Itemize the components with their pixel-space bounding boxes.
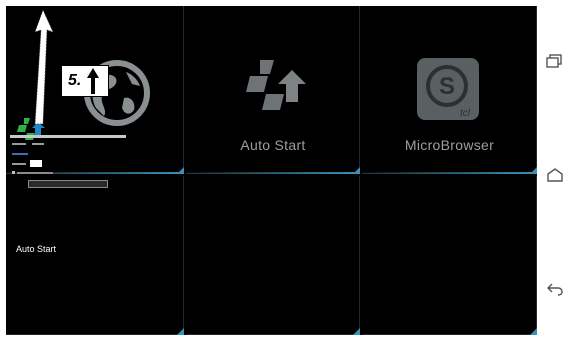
dialog-title-bar — [10, 135, 126, 138]
dialog-text-line — [32, 143, 44, 145]
arrow-up-icon — [87, 68, 100, 94]
dialog-action-button[interactable] — [28, 180, 108, 188]
app-label-microbrowser: MicroBrowser — [404, 137, 495, 153]
dialog-text-line — [12, 163, 26, 165]
delay-input[interactable] — [30, 160, 42, 167]
step-callout: 5. — [61, 65, 109, 97]
auto-start-dialog-thumbnail — [10, 116, 128, 196]
empty-tile — [186, 176, 360, 335]
navigation-bar — [537, 6, 570, 335]
empty-tile — [362, 176, 537, 335]
option-checkbox[interactable] — [12, 171, 15, 174]
svg-text:S: S — [439, 73, 455, 100]
svg-text:tcl: tcl — [460, 108, 471, 119]
dialog-text-line — [17, 172, 53, 174]
dialog-link-text[interactable] — [12, 153, 28, 155]
microbrowser-icon: S tcl — [417, 58, 479, 120]
app-label-auto-start: Auto Start — [240, 137, 306, 153]
back-icon[interactable] — [546, 282, 564, 296]
empty-tile — [6, 176, 184, 335]
overlay-app-label: Auto Start — [16, 244, 57, 254]
dialog-text-line — [12, 143, 26, 145]
android-launcher-screen: Auto Start S tcl MicroBrowser Auto Start — [6, 6, 537, 335]
recent-apps-icon[interactable] — [546, 54, 562, 68]
home-icon[interactable] — [546, 168, 564, 182]
auto-start-icon — [246, 60, 306, 110]
step-number: 5. — [68, 72, 82, 89]
app-tile-auto-start[interactable]: Auto Start — [186, 6, 360, 174]
app-tile-microbrowser[interactable]: S tcl MicroBrowser — [362, 6, 537, 174]
swipe-up-arrow-icon — [34, 9, 54, 125]
